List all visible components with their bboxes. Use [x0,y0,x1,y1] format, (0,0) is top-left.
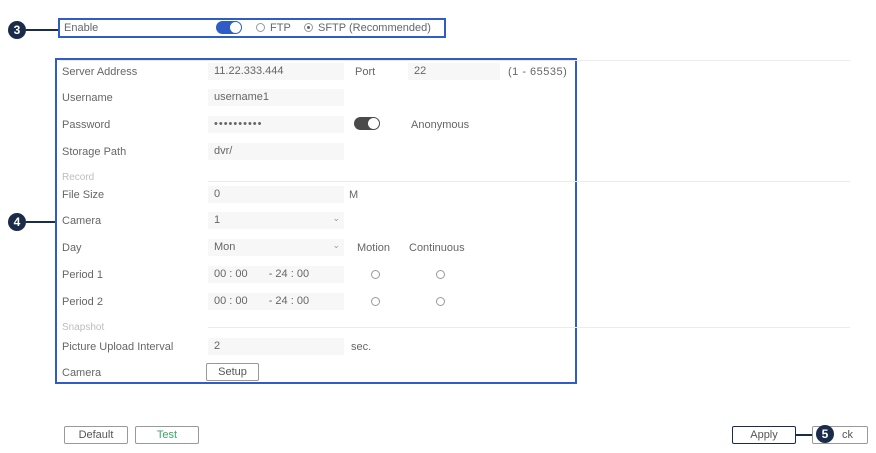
username-label: Username [62,92,113,104]
period-1-start: 00 : 00 [214,268,248,280]
callout-3-badge: 3 [8,21,26,39]
file-size-input[interactable]: 0 [208,186,344,203]
sftp-radio[interactable] [304,23,313,32]
period-1-time-input[interactable]: 00 : 00 - 24 : 00 [208,266,344,283]
test-button[interactable]: Test [135,426,199,444]
period-2-continuous-radio[interactable] [436,297,445,306]
upload-interval-input[interactable]: 2 [208,338,344,355]
row-divider [60,60,850,61]
toggle-knob [368,118,379,129]
period-1-end: - 24 : 00 [268,268,310,280]
camera-select[interactable]: 1 ⌄ [208,212,344,229]
snapshot-camera-label: Camera [62,367,102,379]
callout-4-badge: 4 [8,213,26,231]
port-label: Port [355,66,376,78]
server-address-input[interactable]: 11.22.333.444 [208,63,344,80]
upload-interval-unit: sec. [351,341,372,353]
anonymous-toggle[interactable] [354,117,380,130]
storage-path-label: Storage Path [62,146,127,158]
period-2-time-input[interactable]: 00 : 00 - 24 : 00 [208,293,344,310]
callout-4-line [26,221,56,223]
file-size-label: File Size [62,189,105,201]
file-size-unit: M [349,189,359,201]
username-input[interactable]: username1 [208,89,344,106]
callout-5-badge: 5 [816,425,834,443]
port-input[interactable]: 22 [408,63,500,80]
default-button[interactable]: Default [64,426,128,444]
period-2-motion-radio[interactable] [371,297,380,306]
day-label: Day [62,242,82,254]
setup-button[interactable]: Setup [206,363,259,381]
callout-3-line [26,29,60,31]
upload-interval-label: Picture Upload Interval [62,341,174,353]
apply-button[interactable]: Apply [732,426,796,444]
enable-label: Enable [64,22,99,34]
snapshot-divider [208,327,850,328]
period-2-label: Period 2 [62,296,103,308]
ftp-radio[interactable] [256,23,265,32]
chevron-down-icon: ⌄ [332,240,340,250]
period-1-motion-radio[interactable] [371,270,380,279]
record-divider [208,181,850,182]
toggle-knob [230,22,241,33]
sftp-label: SFTP (Recommended) [318,22,431,34]
anonymous-label: Anonymous [411,119,470,131]
password-label: Password [62,119,111,131]
ftp-label: FTP [270,22,291,34]
snapshot-section-label: Snapshot [62,322,105,333]
motion-label: Motion [357,242,391,254]
period-2-end: - 24 : 00 [268,295,310,307]
continuous-label: Continuous [409,242,465,254]
password-input[interactable]: •••••••••• [208,116,344,133]
storage-path-input[interactable]: dvr/ [208,143,344,160]
camera-label: Camera [62,215,102,227]
record-section-label: Record [62,172,95,183]
day-select[interactable]: Mon ⌄ [208,239,344,256]
camera-select-value: 1 [214,214,221,226]
day-select-value: Mon [214,241,236,253]
port-range-label: (1 - 65535) [508,66,568,78]
period-1-label: Period 1 [62,269,103,281]
period-2-start: 00 : 00 [214,295,248,307]
server-address-label: Server Address [62,66,138,78]
enable-toggle[interactable] [216,21,242,34]
period-1-continuous-radio[interactable] [436,270,445,279]
chevron-down-icon: ⌄ [332,213,340,223]
